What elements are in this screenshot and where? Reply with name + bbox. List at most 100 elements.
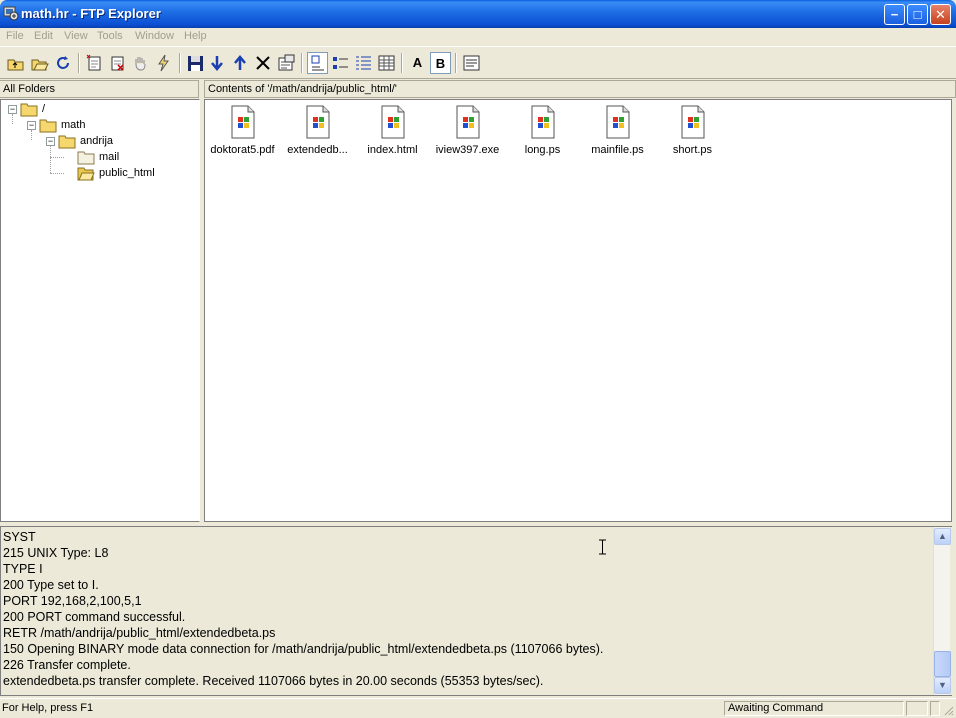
small-icons-view-icon	[333, 57, 348, 69]
file-icon	[531, 105, 554, 139]
file-item[interactable]: long.ps	[505, 104, 580, 156]
folder-icon	[39, 119, 57, 133]
file-item[interactable]: doktorat5.pdf	[205, 104, 280, 156]
log-lines: SYST 215 UNIX Type: L8 TYPE I 200 Type s…	[3, 529, 603, 689]
tree-item-label: /	[42, 103, 46, 115]
tree-connector	[31, 130, 32, 140]
scroll-thumb[interactable]	[934, 651, 951, 677]
list-view-icon	[356, 56, 371, 70]
contents-header: Contents of '/math/andrija/public_html/'	[204, 80, 956, 98]
menu-view[interactable]: View	[64, 30, 88, 42]
file-item[interactable]: index.html	[355, 104, 430, 156]
up-folder-button[interactable]	[5, 52, 26, 74]
tree-connector	[50, 173, 64, 174]
file-item[interactable]: mainfile.ps	[580, 104, 655, 156]
delete-folder-icon	[111, 56, 124, 71]
new-folder-icon	[86, 54, 101, 71]
file-item[interactable]: short.ps	[655, 104, 730, 156]
tree-item-label: public_html	[99, 167, 155, 179]
binary-mode-button[interactable]: B	[430, 52, 451, 74]
delete-button[interactable]	[253, 52, 274, 74]
open-folder-icon	[77, 167, 95, 181]
close-button[interactable]: ✕	[930, 4, 951, 25]
small-icons-view-button[interactable]	[330, 52, 351, 74]
file-icon	[606, 105, 629, 139]
minimize-button[interactable]: −	[884, 4, 905, 25]
file-item[interactable]: iview397.exe	[430, 104, 505, 156]
large-icons-view-icon	[311, 55, 324, 71]
log-line: TYPE I	[3, 562, 43, 576]
log-line: PORT 192,168,2,100,5,1	[3, 594, 142, 608]
collapse-math-toggle[interactable]: −	[27, 121, 36, 130]
menu-edit[interactable]: Edit	[34, 30, 53, 42]
file-icon	[456, 105, 479, 139]
log-line: 215 UNIX Type: L8	[3, 546, 109, 560]
log-line: 150 Opening BINARY mode data connection …	[3, 642, 604, 656]
tree-item-label: mail	[99, 151, 120, 163]
details-view-button[interactable]	[376, 52, 397, 74]
transfer-log[interactable]: SYST 215 UNIX Type: L8 TYPE I 200 Type s…	[0, 526, 952, 696]
toolbar: A B	[0, 46, 956, 79]
properties-button[interactable]	[276, 52, 297, 74]
delete-folder-button[interactable]	[107, 52, 128, 74]
save-icon	[188, 56, 203, 71]
toolbar-separator	[455, 53, 457, 73]
title-bar[interactable]: math.hr - FTP Explorer − □ ✕	[0, 0, 956, 28]
tree-item-label: andrija	[80, 135, 114, 147]
log-scrollbar[interactable]: ▲ ▼	[933, 527, 951, 695]
delete-icon	[256, 56, 270, 70]
file-name: extendedb...	[287, 144, 348, 156]
maximize-button[interactable]: □	[907, 4, 928, 25]
log-line: 200 PORT command successful.	[3, 610, 186, 624]
file-name: short.ps	[672, 144, 713, 156]
menu-help[interactable]: Help	[184, 30, 207, 42]
up-folder-icon	[7, 59, 24, 71]
folder-icon	[77, 151, 95, 165]
menu-window[interactable]: Window	[135, 30, 174, 42]
file-name: doktorat5.pdf	[210, 144, 275, 156]
file-item[interactable]: extendedb...	[280, 104, 355, 156]
status-help-text: For Help, press F1	[2, 702, 94, 714]
status-panel	[930, 701, 940, 716]
refresh-icon	[57, 56, 69, 69]
collapse-andrija-toggle[interactable]: −	[46, 137, 55, 146]
resize-grip-icon[interactable]	[942, 704, 954, 716]
details-view-icon	[378, 55, 395, 71]
menu-tools[interactable]: Tools	[97, 30, 123, 42]
log-line: 200 Type set to I.	[3, 578, 99, 592]
ibeam-cursor-icon	[599, 539, 606, 555]
ascii-mode-button[interactable]: A	[407, 52, 428, 74]
status-panel	[906, 701, 928, 716]
log-view-button[interactable]	[461, 52, 482, 74]
log-view-icon	[463, 55, 480, 71]
connect-icon	[158, 54, 169, 72]
tree-connector	[12, 114, 13, 124]
large-icons-view-button[interactable]	[307, 52, 328, 74]
download-icon	[211, 56, 223, 71]
hand-button[interactable]	[130, 52, 151, 74]
folder-icon	[20, 103, 38, 117]
open-folder-button[interactable]	[29, 52, 50, 74]
scroll-down-button[interactable]: ▼	[934, 677, 951, 694]
upload-button[interactable]	[230, 52, 251, 74]
file-list[interactable]: doktorat5.pdf extendedb... index.html iv…	[204, 99, 952, 522]
window-title: math.hr - FTP Explorer	[21, 6, 161, 21]
folder-tree[interactable]: − / − math − andrija mail public_html	[0, 99, 200, 522]
download-button[interactable]	[207, 52, 228, 74]
scroll-up-button[interactable]: ▲	[934, 528, 951, 545]
file-icon	[231, 105, 254, 139]
refresh-button[interactable]	[53, 52, 74, 74]
toolbar-separator	[179, 53, 181, 73]
save-button[interactable]	[185, 52, 206, 74]
collapse-root-toggle[interactable]: −	[8, 105, 17, 114]
upload-icon	[234, 55, 246, 70]
connect-button[interactable]	[153, 52, 174, 74]
menu-file[interactable]: File	[6, 30, 24, 42]
tree-connector	[50, 157, 64, 158]
ftp-app-icon	[3, 6, 19, 21]
file-icon	[381, 105, 404, 139]
folder-icon	[58, 135, 76, 149]
menu-bar: File Edit View Tools Window Help	[0, 28, 956, 45]
new-folder-button[interactable]	[84, 52, 105, 74]
list-view-button[interactable]	[353, 52, 374, 74]
